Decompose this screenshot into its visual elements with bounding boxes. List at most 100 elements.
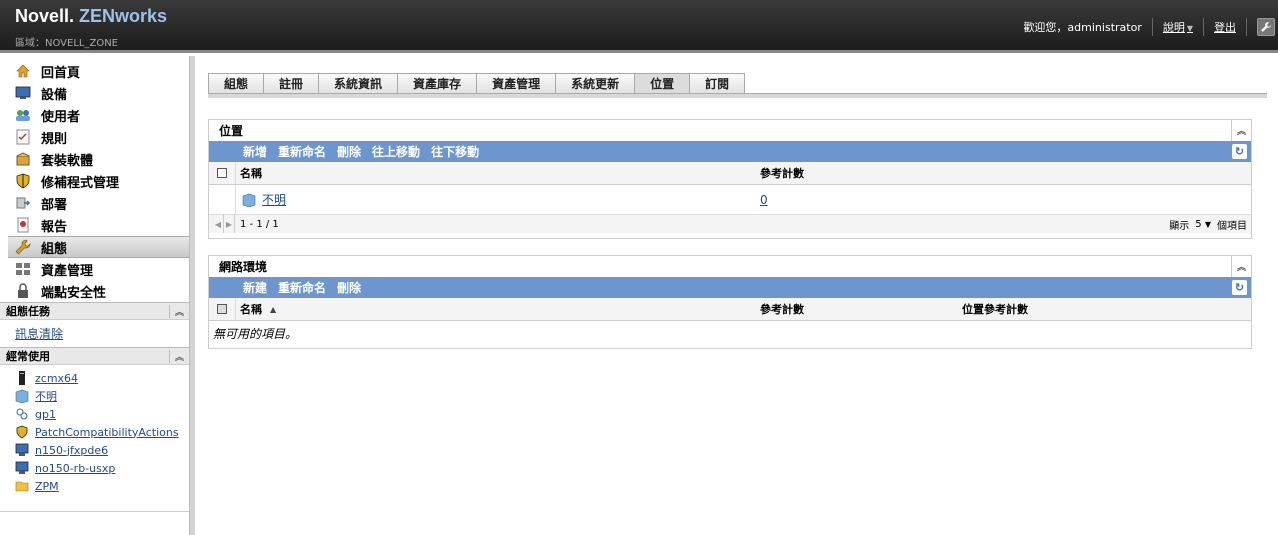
- refresh-icon[interactable]: ↻: [1232, 280, 1247, 295]
- help-menu[interactable]: 說明 ▼: [1163, 19, 1193, 35]
- show-label: 顯示: [1169, 221, 1190, 232]
- next-page-icon[interactable]: ▶: [224, 215, 235, 233]
- move-down-button[interactable]: 往下移動: [431, 143, 479, 160]
- favorite-label: PatchCompatibilityActions: [35, 425, 179, 439]
- select-all-checkbox[interactable]: [217, 168, 227, 178]
- nav-configuration[interactable]: 組態: [8, 236, 190, 258]
- favorite-item[interactable]: ZPM: [0, 477, 190, 495]
- favorite-label: zcmx64: [35, 371, 79, 385]
- column-location-ref-count[interactable]: 位置參考計數: [962, 301, 1028, 317]
- select-all-cell: [209, 298, 236, 320]
- delete-button[interactable]: 刪除: [337, 143, 361, 160]
- table-header: 名稱 參考計數: [209, 162, 1251, 185]
- network-environments-panel: 網路環境 ︽ 新建 重新命名 刪除 ↻ 名稱 ▲ 參考計數 位置參考計數 無可用…: [208, 255, 1252, 349]
- nav-asset-management[interactable]: 資產管理: [0, 258, 190, 280]
- select-all-checkbox[interactable]: [217, 304, 227, 314]
- refresh-icon[interactable]: ↻: [1232, 144, 1247, 159]
- collapse-icon[interactable]: ︽: [1231, 256, 1251, 277]
- lock-icon: [18, 283, 28, 298]
- rename-button[interactable]: 重新命名: [278, 143, 326, 160]
- nav-deploy[interactable]: 部署: [0, 192, 190, 214]
- tab-system-info[interactable]: 系統資訊: [318, 73, 398, 94]
- page-size-select[interactable]: 5 ▼: [1195, 219, 1211, 230]
- nav-label: 套裝軟體: [41, 153, 94, 169]
- panel-header: 網路環境 ︽: [209, 256, 1251, 277]
- section-title: 組態任務: [6, 305, 50, 318]
- monitor-icon: [15, 86, 31, 99]
- nav-label: 報告: [41, 219, 68, 235]
- column-name[interactable]: 名稱: [240, 165, 262, 181]
- logout-link[interactable]: 登出: [1214, 19, 1236, 35]
- select-all-cell: [209, 162, 236, 184]
- favorite-item[interactable]: n150-jfxpde6: [0, 441, 190, 459]
- nav-home[interactable]: 回首頁: [0, 60, 190, 82]
- nav-label: 端點安全性: [41, 285, 107, 301]
- nav-label: 設備: [41, 87, 68, 103]
- monitor-icon: [15, 461, 29, 474]
- ref-count-link[interactable]: 0: [760, 193, 768, 207]
- monitor-icon: [15, 443, 29, 456]
- header-links: 歡迎您，administrator 說明 ▼ 登出: [1023, 18, 1278, 36]
- nav-devices[interactable]: 設備: [0, 82, 190, 104]
- report-icon: [17, 217, 29, 233]
- new-button[interactable]: 新建: [243, 279, 267, 296]
- nav-policies[interactable]: 規則: [0, 126, 190, 148]
- items-label: 個項目: [1217, 221, 1247, 232]
- tab-system-updates[interactable]: 系統更新: [555, 73, 635, 94]
- zone-label: 區域：NOVELL_ZONE: [15, 38, 118, 49]
- delete-button[interactable]: 刪除: [337, 279, 361, 296]
- panel-title: 位置: [219, 124, 244, 138]
- sidebar: 回首頁 設備 使用者 規則 套裝軟體 修補程式管理 部署 報告 組態 資產管理 …: [0, 56, 190, 535]
- tab-registration[interactable]: 註冊: [263, 73, 319, 94]
- nav-bundles[interactable]: 套裝軟體: [0, 148, 190, 170]
- sort-ascending-icon: ▲: [270, 304, 277, 314]
- app-header: Novell. ZENworks 區域：NOVELL_ZONE 歡迎您，admi…: [0, 0, 1278, 53]
- collapse-icon[interactable]: ︽: [168, 349, 184, 363]
- nav-users[interactable]: 使用者: [0, 104, 190, 126]
- locations-action-bar: 新增 重新命名 刪除 往上移動 往下移動 ↻: [209, 141, 1251, 162]
- package-icon: [16, 152, 30, 166]
- shield-icon: [16, 173, 30, 189]
- group-icon: [16, 408, 28, 420]
- rename-button[interactable]: 重新命名: [278, 279, 326, 296]
- nav-endpoint-security[interactable]: 端點安全性: [0, 280, 190, 302]
- task-message-cleanup[interactable]: 訊息清除: [0, 320, 190, 347]
- nav-label: 回首頁: [41, 65, 81, 81]
- tab-configuration[interactable]: 組態: [208, 73, 264, 94]
- move-up-button[interactable]: 往上移動: [372, 143, 420, 160]
- favorite-item[interactable]: PatchCompatibilityActions: [0, 423, 190, 441]
- checklist-icon: [16, 129, 30, 145]
- shield-icon: [16, 425, 28, 439]
- favorite-label: 不明: [35, 390, 57, 403]
- column-ref-count[interactable]: 參考計數: [760, 301, 804, 317]
- favorite-item[interactable]: zcmx64: [0, 369, 190, 387]
- tab-locations[interactable]: 位置: [634, 73, 690, 94]
- nav-reports[interactable]: 報告: [0, 214, 190, 236]
- add-button[interactable]: 新增: [243, 143, 267, 160]
- favorite-item[interactable]: gp1: [0, 405, 190, 423]
- location-icon: [242, 193, 256, 207]
- wrench-icon[interactable]: [1257, 18, 1275, 36]
- table-row: 不明 0: [209, 185, 1251, 215]
- tab-inventory[interactable]: 資產庫存: [397, 73, 477, 94]
- prev-page-icon[interactable]: ◀: [213, 215, 224, 233]
- tab-subscriptions[interactable]: 訂閱: [689, 73, 746, 94]
- collapse-icon[interactable]: ︽: [1231, 120, 1251, 141]
- favorite-item[interactable]: 不明: [0, 387, 190, 405]
- nav-label: 資產管理: [41, 263, 94, 279]
- divider: [1203, 18, 1204, 36]
- brand-zenworks: ZENworks: [79, 6, 168, 26]
- sidebar-splitter[interactable]: [189, 56, 195, 535]
- deploy-icon: [16, 197, 31, 209]
- brand-novell: Novell.: [15, 6, 75, 26]
- location-link[interactable]: 不明: [262, 191, 286, 208]
- column-ref-count[interactable]: 參考計數: [760, 165, 804, 181]
- nav-patch[interactable]: 修補程式管理: [0, 170, 190, 192]
- favorite-label: gp1: [35, 407, 56, 421]
- network-action-bar: 新建 重新命名 刪除 ↻: [209, 277, 1251, 298]
- column-name[interactable]: 名稱: [240, 301, 262, 317]
- tab-asset-management[interactable]: 資產管理: [476, 73, 556, 94]
- tab-bar: 組態 註冊 系統資訊 資產庫存 資產管理 系統更新 位置 訂閱: [208, 73, 746, 94]
- favorite-item[interactable]: no150-rb-usxp: [0, 459, 190, 477]
- collapse-icon[interactable]: ︽: [168, 304, 184, 318]
